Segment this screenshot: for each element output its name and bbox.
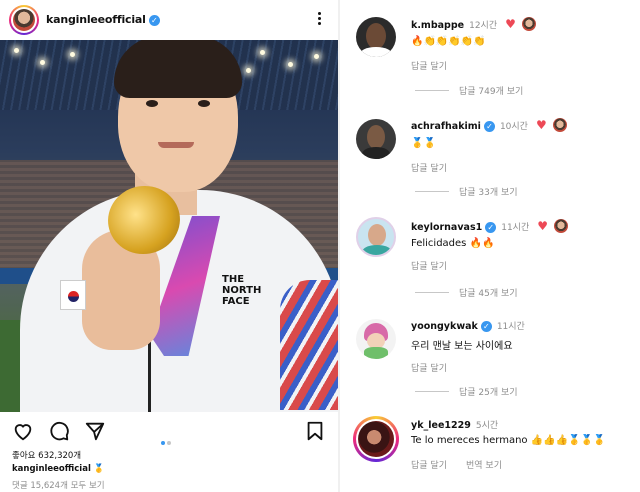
post-username[interactable]: kanginleeofficial ✓ — [46, 13, 160, 26]
comment-time: 5시간 — [475, 421, 499, 431]
translate-button[interactable]: 번역 보기 — [466, 458, 502, 471]
caption: kanginleeofficial 🥇 — [12, 464, 104, 474]
comment-user-row: yk_lee1229 5시간 — [411, 418, 498, 431]
view-replies-text[interactable]: 답글 45개 보기 — [459, 289, 518, 299]
athlete-mouth — [158, 142, 194, 148]
caption-text: 🥇 — [93, 464, 105, 474]
post-author-avatar[interactable] — [9, 5, 39, 35]
comment-avatar-mbappe[interactable] — [356, 17, 396, 57]
comment-avatar-yoongykwak[interactable] — [356, 319, 396, 359]
creator-liked-heart-icon: ♥ — [505, 17, 516, 31]
brand-logo-patch: THE NORTH FACE — [222, 274, 274, 308]
comment-text: 🔥👏👏👏👏👏 — [411, 36, 486, 47]
comment-avatar-navas[interactable] — [356, 217, 396, 257]
view-all-comments-link[interactable]: 댓글 15,624개 모두 보기 — [12, 479, 105, 491]
post-header: kanginleeofficial ✓ — [0, 0, 338, 40]
instagram-post: kanginleeofficial ✓ THE NORTH FACE 좋아요 6… — [0, 0, 338, 492]
brand-logo-line-1: THE — [222, 274, 245, 285]
reply-button[interactable]: 답글 달기 — [411, 259, 447, 272]
reply-button[interactable]: 답글 달기 — [411, 458, 447, 471]
more-options-icon[interactable] — [314, 11, 324, 29]
korea-flag-patch — [60, 280, 86, 310]
caption-username[interactable]: kanginleeofficial — [12, 464, 91, 474]
comment-avatar-hakimi[interactable] — [356, 119, 396, 159]
creator-liked-heart-icon: ♥ — [537, 219, 548, 233]
reply-button[interactable]: 답글 달기 — [411, 361, 447, 374]
comment-time: 11시간 — [496, 322, 525, 332]
comment-user-row: achrafhakimi ✓ 10시간 ♥ — [411, 118, 567, 132]
post-photo[interactable]: THE NORTH FACE — [0, 40, 338, 412]
post-username-text[interactable]: kanginleeofficial — [46, 13, 146, 26]
comments-panel: k.mbappe 12시간 ♥ 🔥👏👏👏👏👏 답글 달기 답글 749개 보기 ac… — [338, 0, 640, 492]
creator-avatar-mini-icon — [552, 118, 567, 132]
athlete-eye-right — [198, 100, 210, 107]
bookmark-icon[interactable] — [304, 420, 326, 442]
jacket-sleeve-pattern — [280, 280, 338, 410]
verified-badge-icon: ✓ — [480, 321, 492, 332]
athlete-eye-left — [146, 100, 158, 107]
comment-icon[interactable] — [48, 420, 70, 442]
verified-badge-icon: ✓ — [148, 15, 160, 26]
comment-username[interactable]: keylornavas1 — [411, 222, 482, 233]
comment-username[interactable]: yk_lee1229 — [411, 420, 471, 431]
view-replies-link[interactable]: 답글 33개 보기 — [415, 185, 518, 198]
view-replies-text[interactable]: 답글 33개 보기 — [459, 188, 518, 198]
comment-text: 우리 맨날 보는 사이에요 — [411, 341, 513, 352]
creator-liked-heart-icon: ♥ — [535, 118, 547, 132]
carousel-indicator — [160, 430, 172, 449]
carousel-dot-active — [161, 441, 165, 445]
carousel-dot — [167, 441, 171, 445]
verified-badge-icon: ✓ — [483, 121, 495, 132]
view-replies-text[interactable]: 답글 749개 보기 — [459, 87, 523, 97]
comment-text: Te lo mereces hermano 👍👍👍🥇🥇🥇 — [411, 435, 606, 446]
brand-logo-line-3: FACE — [222, 296, 250, 307]
comment-username[interactable]: achrafhakimi — [411, 121, 481, 132]
share-icon[interactable] — [84, 420, 106, 442]
comment-user-row: k.mbappe 12시간 ♥ — [411, 17, 536, 31]
reply-button[interactable]: 답글 달기 — [411, 59, 447, 72]
creator-avatar-mini-icon — [521, 17, 536, 31]
view-replies-link[interactable]: 답글 25개 보기 — [415, 385, 518, 398]
comment-avatar-yk-lee[interactable] — [353, 416, 399, 462]
heart-icon[interactable] — [12, 420, 34, 442]
comment-time: 10시간 — [499, 122, 528, 132]
comment-username[interactable]: k.mbappe — [411, 20, 464, 31]
reply-button[interactable]: 답글 달기 — [411, 161, 447, 174]
comment-user-row: yoongykwak ✓ 11시간 — [411, 319, 525, 332]
verified-badge-icon: ✓ — [485, 222, 497, 233]
post-actions — [0, 416, 338, 446]
athlete-hair — [114, 40, 242, 98]
likes-count[interactable]: 좋아요 632,320개 — [12, 449, 81, 461]
comment-username[interactable]: yoongykwak — [411, 321, 478, 332]
comment-text: Felicidades 🔥🔥 — [411, 238, 495, 249]
comment-user-row: keylornavas1 ✓ 11시간 ♥ — [411, 219, 568, 233]
view-replies-link[interactable]: 답글 749개 보기 — [415, 84, 523, 97]
comment-text: 🥇🥇 — [411, 138, 436, 149]
brand-logo-line-2: NORTH — [222, 285, 262, 296]
view-replies-link[interactable]: 답글 45개 보기 — [415, 286, 518, 299]
comment-time: 12시간 — [469, 21, 498, 31]
creator-avatar-mini-icon — [554, 219, 568, 233]
comment-time: 11시간 — [501, 223, 530, 233]
view-replies-text[interactable]: 답글 25개 보기 — [459, 388, 518, 398]
